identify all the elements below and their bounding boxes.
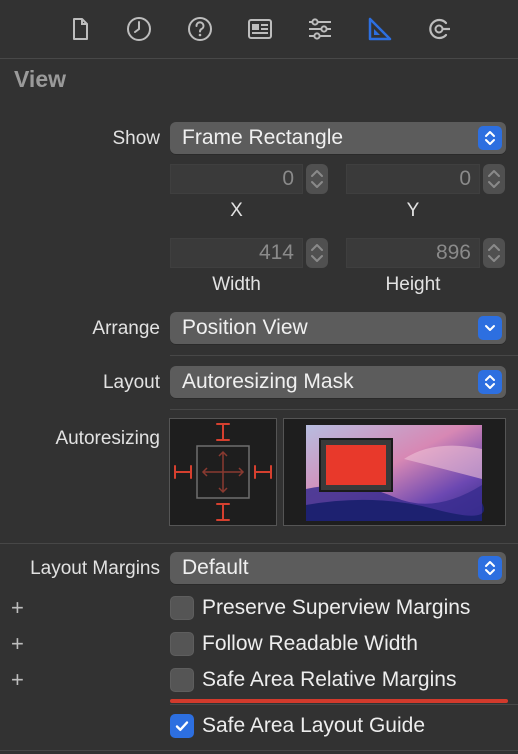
tab-history[interactable] [121, 12, 157, 46]
history-icon [127, 17, 151, 41]
arrange-value: Position View [182, 316, 308, 339]
divider [170, 355, 518, 356]
add-variation-plus-icon[interactable]: + [11, 669, 24, 691]
safe-area-layout-guide-checkbox[interactable] [170, 714, 194, 738]
tab-help[interactable] [182, 12, 218, 46]
tab-identity[interactable] [242, 12, 278, 46]
width-caption: Width [212, 274, 261, 295]
autoresizing-mask-editor[interactable] [169, 418, 277, 526]
layout-margins-label: Layout Margins [30, 558, 160, 579]
identity-inspector-icon [248, 19, 272, 39]
stepper-icon [488, 244, 500, 262]
preserve-superview-margins-checkbox[interactable] [170, 596, 194, 620]
attributes-inspector-icon [309, 18, 331, 40]
y-stepper[interactable] [483, 164, 505, 194]
inspector-tab-bar [0, 0, 518, 59]
checkmark-icon [175, 721, 189, 731]
connections-inspector-icon [429, 18, 450, 40]
safe-area-relative-margins-checkbox[interactable] [170, 668, 194, 692]
add-variation-plus-icon[interactable]: + [11, 597, 24, 619]
up-down-chevron-icon [478, 370, 502, 394]
x-caption: X [230, 200, 243, 221]
up-down-chevron-icon [478, 126, 502, 150]
height-stepper[interactable] [483, 238, 505, 268]
follow-readable-width-checkbox[interactable] [170, 632, 194, 656]
section-title: View [14, 66, 66, 92]
show-popup[interactable]: Frame Rectangle [170, 122, 506, 154]
height-caption: Height [385, 274, 441, 295]
stepper-icon [311, 244, 323, 262]
add-variation-plus-icon[interactable]: + [11, 633, 24, 655]
width-field[interactable]: 414 [170, 238, 303, 268]
autoresizing-struts-icon [174, 423, 272, 521]
arrange-popup[interactable]: Position View [170, 312, 506, 344]
follow-readable-width-label: Follow Readable Width [202, 632, 418, 655]
layout-value: Autoresizing Mask [182, 370, 354, 393]
show-label: Show [112, 128, 160, 149]
layout-margins-value: Default [182, 556, 249, 579]
file-icon [73, 18, 88, 40]
help-icon [188, 17, 212, 41]
wallpaper-preview-image [306, 425, 484, 521]
divider [170, 704, 518, 705]
tab-connections[interactable] [421, 12, 457, 46]
x-field[interactable]: 0 [170, 164, 303, 194]
x-stepper[interactable] [306, 164, 328, 194]
autoresizing-label: Autoresizing [55, 428, 160, 449]
width-stepper[interactable] [306, 238, 328, 268]
y-caption: Y [406, 200, 420, 221]
show-value: Frame Rectangle [182, 126, 344, 149]
preserve-superview-margins-label: Preserve Superview Margins [202, 596, 471, 619]
divider [0, 543, 518, 544]
tab-file[interactable] [62, 12, 98, 46]
autoresizing-preview [283, 418, 506, 526]
size-inspector-icon [368, 17, 392, 41]
chevron-down-icon [478, 316, 502, 340]
tab-attributes[interactable] [302, 12, 338, 46]
safe-area-relative-margins-label: Safe Area Relative Margins [202, 668, 457, 691]
stepper-icon [311, 170, 323, 188]
y-field[interactable]: 0 [346, 164, 480, 194]
divider [0, 750, 518, 751]
arrange-label: Arrange [92, 318, 160, 339]
tab-size[interactable] [361, 12, 397, 46]
layout-popup[interactable]: Autoresizing Mask [170, 366, 506, 398]
up-down-chevron-icon [478, 556, 502, 580]
height-field[interactable]: 896 [346, 238, 480, 268]
layout-label: Layout [102, 372, 160, 393]
highlight-underline [170, 699, 508, 703]
layout-margins-popup[interactable]: Default [170, 552, 506, 584]
divider [170, 409, 518, 410]
stepper-icon [488, 170, 500, 188]
safe-area-layout-guide-label: Safe Area Layout Guide [202, 714, 425, 737]
